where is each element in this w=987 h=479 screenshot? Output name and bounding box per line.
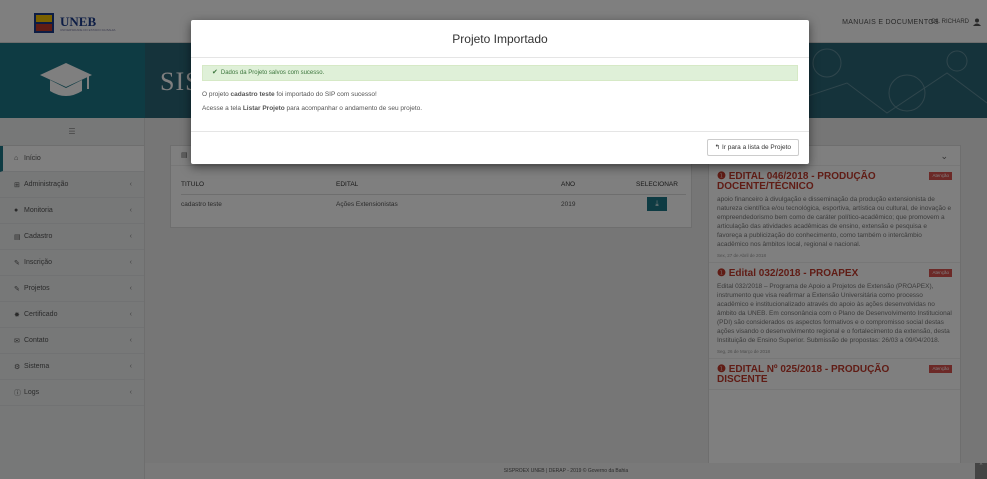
- message-text: Acesse a tela: [202, 105, 243, 112]
- message-text: para acompanhar o andamento de seu proje…: [284, 105, 423, 112]
- project-name: cadastro teste: [230, 91, 275, 98]
- modal-message-1: O projeto cadastro teste foi importado d…: [202, 91, 377, 98]
- modal-footer: ↰ Ir para a lista de Projeto: [191, 131, 809, 164]
- message-text: O projeto: [202, 91, 231, 98]
- button-label: Ir para a lista de Projeto: [721, 144, 791, 151]
- reply-icon: ↰: [714, 144, 721, 151]
- listar-projeto-label: Listar Projeto: [242, 105, 285, 112]
- check-icon: ✔: [212, 69, 218, 76]
- back-to-list-button[interactable]: ↰ Ir para a lista de Projeto: [706, 139, 799, 156]
- message-text: foi importado do SIP com sucesso!: [274, 91, 377, 98]
- alert-text: Dados da Projeto salvos com sucesso.: [220, 70, 325, 76]
- success-alert: ✔ Dados da Projeto salvos com sucesso.: [202, 65, 798, 81]
- modal-message-2: Acesse a tela Listar Projeto para acompa…: [202, 105, 422, 112]
- import-modal: Projeto Importado ✔ Dados da Projeto salv…: [191, 20, 809, 164]
- modal-title: Projeto Importado: [191, 20, 809, 58]
